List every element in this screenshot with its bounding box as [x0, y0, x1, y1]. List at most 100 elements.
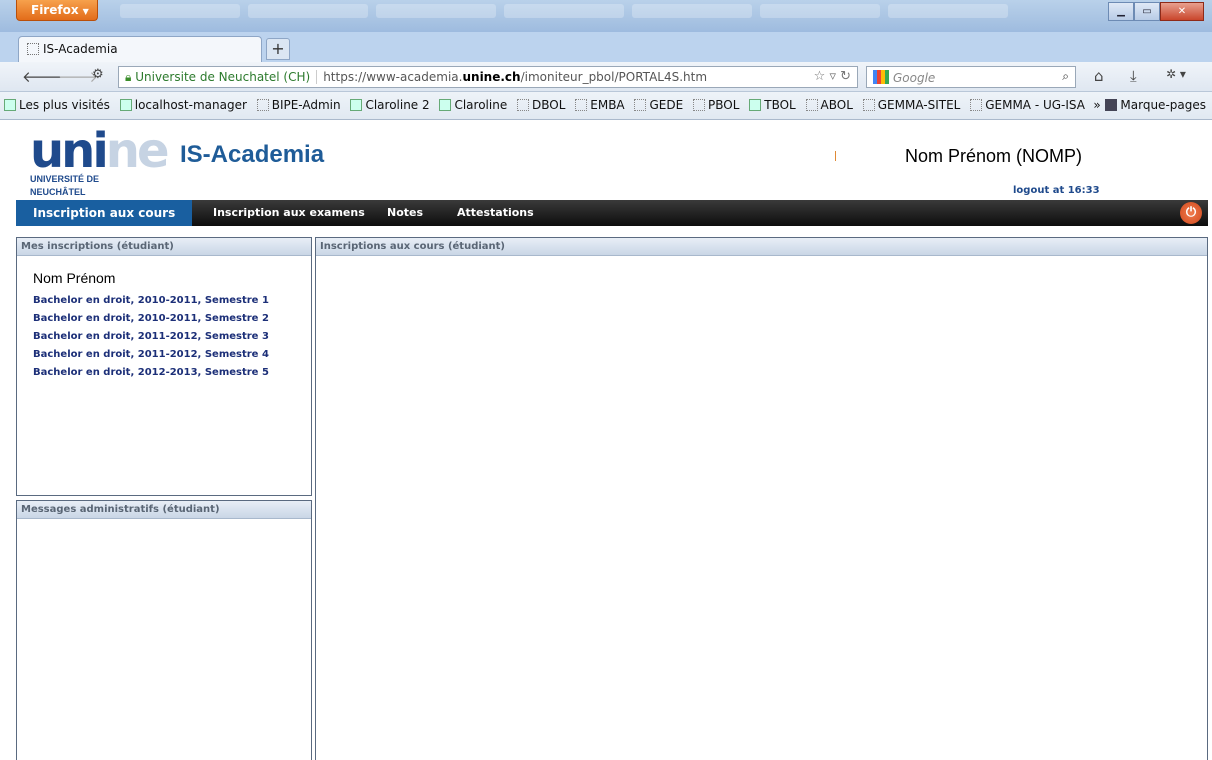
app-title: IS-Academia: [180, 141, 325, 168]
bookmark-icon: [350, 99, 363, 111]
background-windows: [120, 4, 1080, 20]
bookmark-label: PBOL: [708, 98, 740, 112]
bookmark-icon: [970, 99, 983, 111]
bookmark-label: ABOL: [820, 98, 853, 112]
power-icon[interactable]: ⏻: [1180, 202, 1202, 224]
bookmarks-toolbar: Les plus visités localhost-manager BIPE-…: [0, 92, 1212, 120]
inscription-link[interactable]: Bachelor en droit, 2011-2012, Semestre 3: [33, 328, 295, 346]
search-placeholder: Google: [893, 71, 936, 85]
firefox-menu-label: Firefox: [31, 3, 79, 17]
bookmark-item[interactable]: localhost-manager: [119, 98, 247, 112]
bookmark-item[interactable]: Les plus visités: [4, 98, 110, 112]
bookmarks-menu-label: Marque-pages: [1120, 98, 1206, 112]
close-window-button[interactable]: ✕: [1160, 2, 1204, 21]
bookmark-item[interactable]: GEDE: [634, 98, 683, 112]
bookmark-item[interactable]: BIPE-Admin: [256, 98, 341, 112]
bookmark-item[interactable]: TBOL: [749, 98, 796, 112]
divider: [835, 151, 836, 161]
bookmark-item[interactable]: Claroline 2: [350, 98, 430, 112]
bookmarks-overflow[interactable]: » Marque-pages: [1093, 98, 1206, 112]
messages-panel: Messages administratifs (étudiant): [16, 500, 312, 760]
inscriptions-panel: Mes inscriptions (étudiant) Nom Prénom B…: [16, 237, 312, 496]
download-icon[interactable]: ⤓: [1130, 67, 1137, 85]
inscription-link[interactable]: Bachelor en droit, 2012-2013, Semestre 5: [33, 364, 295, 382]
logo-subtitle-line2: NEUCHÂTEL: [30, 187, 86, 197]
google-icon: [873, 70, 889, 84]
menu-inscription-examens[interactable]: Inscription aux examens: [213, 206, 365, 219]
bookmark-item[interactable]: EMBA: [575, 98, 625, 112]
bookmark-label: BIPE-Admin: [271, 98, 341, 112]
web-page: unine UNIVERSITÉ DE NEUCHÂTEL IS-Academi…: [0, 121, 1212, 760]
bookmark-item[interactable]: ABOL: [805, 98, 853, 112]
course-inscriptions-panel: Inscriptions aux cours (étudiant): [315, 237, 1208, 760]
bookmark-item[interactable]: GEMMA - UG-ISA: [970, 98, 1085, 112]
tab-is-academia[interactable]: IS-Academia: [18, 36, 262, 62]
home-icon[interactable]: ⌂: [1094, 67, 1104, 85]
bookmark-label: GEMMA - UG-ISA: [985, 98, 1085, 112]
window-controls: ▁ ▭ ✕: [1108, 2, 1204, 22]
back-arrow-icon[interactable]: 🡐: [22, 67, 62, 86]
bookmark-icon: [119, 99, 132, 111]
bookmark-label: Les plus visités: [19, 98, 110, 112]
search-bar[interactable]: Google ⌕: [866, 66, 1076, 88]
page-favicon-icon: [27, 43, 39, 55]
logo-wordmark: unine: [30, 123, 170, 179]
bookmark-label: Claroline: [454, 98, 508, 112]
bookmark-folder-icon: [4, 99, 16, 111]
url-prefix: https://www-academia.: [323, 70, 463, 84]
bookmark-label: localhost-manager: [134, 98, 247, 112]
bookmark-icon: [439, 99, 452, 111]
menu-inscription-cours[interactable]: Inscription aux cours: [16, 200, 193, 226]
logout-link[interactable]: logout at 16:33: [1013, 185, 1100, 196]
bookmark-label: GEMMA-SITEL: [877, 98, 961, 112]
bookmark-icon: [805, 99, 818, 111]
menu-notes[interactable]: Notes: [387, 206, 423, 219]
bookmark-icon: [256, 99, 269, 111]
tab-strip: IS-Academia +: [0, 32, 1212, 62]
bookmark-label: GEDE: [649, 98, 684, 112]
bookmark-icon: [862, 99, 875, 111]
panel-title: Messages administratifs (étudiant): [17, 501, 311, 519]
bookmark-label: DBOL: [532, 98, 566, 112]
bookmark-icon: [749, 99, 762, 111]
university-logo[interactable]: unine UNIVERSITÉ DE NEUCHÂTEL: [30, 123, 170, 197]
lock-icon: 🔒︎: [125, 70, 132, 84]
address-bar[interactable]: 🔒︎ Universite de Neuchatel (CH) https://w…: [118, 66, 858, 88]
bookmarks-menu-icon: [1104, 99, 1117, 111]
bookmark-label: EMBA: [590, 98, 625, 112]
bookmark-item[interactable]: GEMMA-SITEL: [862, 98, 961, 112]
bookmark-label: Claroline 2: [365, 98, 430, 112]
bookmark-icon: [693, 99, 706, 111]
new-tab-button[interactable]: +: [266, 38, 290, 60]
search-icon[interactable]: ⌕: [1062, 69, 1069, 84]
main-menu: Inscription aux cours Inscription aux ex…: [16, 200, 1208, 226]
bookmark-label: TBOL: [764, 98, 796, 112]
tab-title: IS-Academia: [43, 42, 118, 56]
panel-title: Mes inscriptions (étudiant): [17, 238, 311, 256]
bookmark-item[interactable]: PBOL: [693, 98, 739, 112]
more-icon: »: [1093, 98, 1101, 112]
minimize-button[interactable]: ▁: [1108, 2, 1134, 21]
window-title-bar: Firefox ▼ ▁ ▭ ✕: [0, 0, 1212, 32]
bookmark-item[interactable]: Claroline: [439, 98, 507, 112]
url-path: /imoniteur_pbol/PORTAL4S.htm: [520, 70, 708, 84]
identity-icon[interactable]: ⚙: [92, 67, 104, 82]
maximize-button[interactable]: ▭: [1134, 2, 1160, 21]
menu-attestations[interactable]: Attestations: [457, 206, 534, 219]
inscription-link[interactable]: Bachelor en droit, 2010-2011, Semestre 1: [33, 292, 295, 310]
firefox-menu-button[interactable]: Firefox ▼: [16, 0, 98, 21]
bookmark-icon: [634, 99, 647, 111]
student-name: Nom Prénom: [33, 270, 116, 286]
user-name: Nom Prénom (NOMP): [905, 146, 1083, 166]
inscription-link[interactable]: Bachelor en droit, 2011-2012, Semestre 4: [33, 346, 295, 364]
bookmark-icon: [517, 99, 530, 111]
inscription-link[interactable]: Bachelor en droit, 2010-2011, Semestre 2: [33, 310, 295, 328]
addon-icon[interactable]: ✲ ▾: [1166, 67, 1186, 81]
site-identity[interactable]: Universite de Neuchatel (CH): [135, 70, 318, 84]
bookmark-item[interactable]: DBOL: [517, 98, 565, 112]
bookmark-star-icon[interactable]: ☆ ▿ ↻: [814, 69, 851, 84]
plus-icon: +: [271, 39, 285, 58]
panel-title: Inscriptions aux cours (étudiant): [316, 238, 1207, 256]
url-domain: unine.ch: [462, 70, 521, 84]
navigation-toolbar: 🡐 🡒 ⚙ 🔒︎ Universite de Neuchatel (CH) htt…: [0, 62, 1212, 92]
